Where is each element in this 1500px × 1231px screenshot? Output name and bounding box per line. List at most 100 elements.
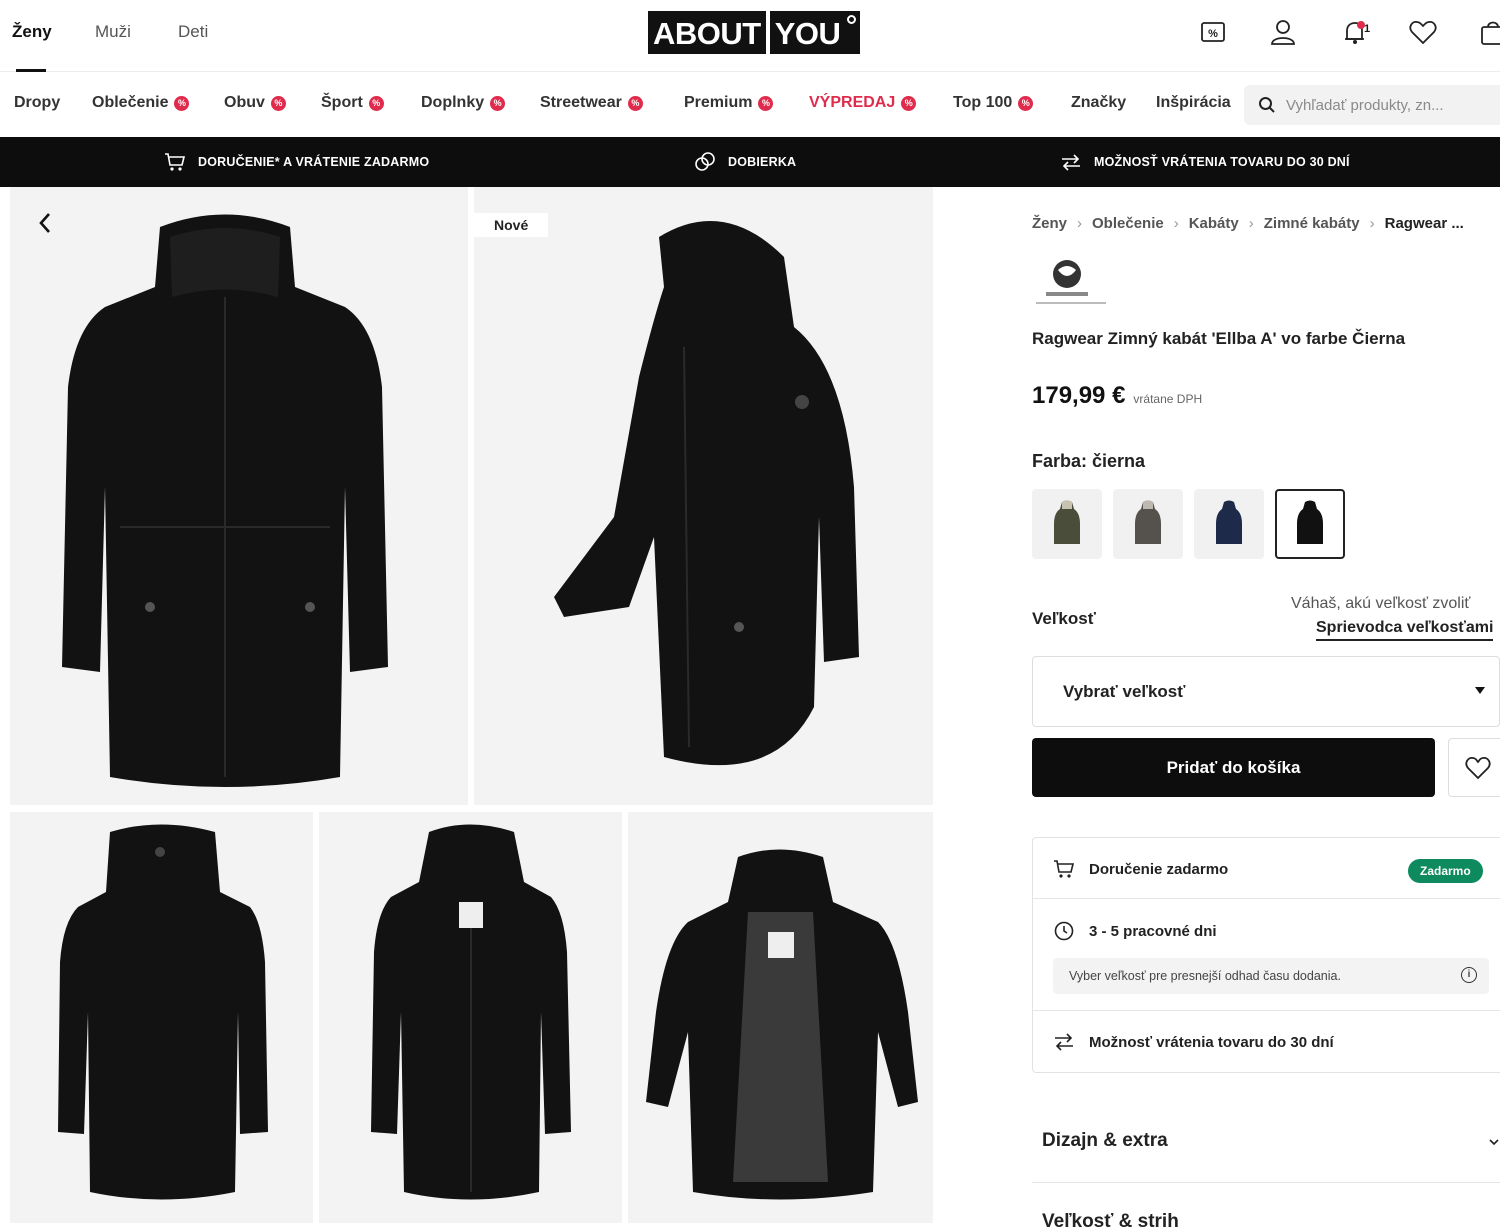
breadcrumb-link[interactable]: Oblečenie [1092, 215, 1164, 232]
nav-item-doplnky[interactable]: Doplnky% [421, 94, 506, 112]
coat-lining-image [646, 849, 918, 1200]
color-swatch-black[interactable] [1275, 489, 1345, 559]
divider [1033, 1010, 1500, 1011]
breadcrumb: Ženy › Oblečenie › Kabáty › Zimné kabáty… [1032, 215, 1464, 232]
delivery-hint: Vyber veľkosť pre presnejší odhad času d… [1053, 958, 1489, 994]
price: 179,99 € [1032, 382, 1126, 409]
promo-cod: DOBIERKA [694, 152, 796, 172]
nav-item-streetwear[interactable]: Streetwear% [540, 94, 643, 112]
product-image-lining[interactable] [628, 812, 933, 1223]
sale-dot-icon: % [368, 95, 384, 111]
delivery-days-label: 3 - 5 pracovné dni [1089, 922, 1217, 940]
nav-label: Dropy [14, 94, 61, 111]
info-icon[interactable]: i [1461, 967, 1477, 983]
brand-logo[interactable] [1032, 256, 1110, 314]
color-swatch-navy[interactable] [1194, 489, 1264, 559]
returns-label: Možnosť vrátenia tovaru do 30 dní [1089, 1033, 1334, 1051]
nav-item-inspiracia[interactable]: Inšpirácia [1156, 94, 1231, 112]
product-image-front[interactable] [10, 187, 468, 805]
size-guide-link[interactable]: Sprievodca veľkosťami [1316, 619, 1494, 641]
search-input[interactable] [1286, 96, 1486, 114]
clock-icon [1054, 921, 1074, 941]
nav-label: Šport [321, 94, 363, 111]
product-image-side[interactable] [474, 187, 933, 805]
sale-dot-icon: % [627, 95, 643, 111]
delivery-info-box: Doručenie zadarmo Zadarmo 3 - 5 pracovné… [1032, 837, 1500, 1073]
sale-dot-icon: % [174, 95, 190, 111]
heart-icon [1465, 756, 1491, 779]
site-logo[interactable]: ABOUT YOU [648, 11, 861, 54]
divider [1033, 898, 1500, 899]
coat-thumb-olive [1054, 500, 1080, 544]
top-header: Ženy Muži Deti ABOUT YOU % 1 [0, 0, 1500, 72]
nav-item-sport[interactable]: Šport% [321, 94, 384, 112]
tab-men[interactable]: Muži [95, 22, 131, 42]
coat-thumb-grey [1135, 500, 1161, 544]
color-swatch-olive[interactable] [1032, 489, 1102, 559]
promo-returns: MOŽNOSŤ VRÁTENIA TOVARU DO 30 DNÍ [1060, 152, 1350, 172]
nav-item-oblecenie[interactable]: Oblečenie% [92, 94, 190, 112]
nav-label: Obuv [224, 94, 265, 111]
promo-free-delivery: DORUČENIE* A VRÁTENIE ZADARMO [164, 152, 429, 172]
chevron-right-icon: › [1248, 215, 1254, 232]
color-label: Farba: čierna [1032, 451, 1146, 471]
accordion-size-fit[interactable]: Veľkosť & strih [1032, 1211, 1500, 1231]
breadcrumb-link[interactable]: Ženy [1032, 215, 1067, 232]
size-select[interactable]: Vybrať veľkosť [1032, 656, 1500, 727]
search-box [1244, 85, 1500, 125]
accordion-title: Veľkosť & strih [1042, 1211, 1179, 1231]
divider [1032, 1182, 1500, 1183]
cart-icon [165, 153, 186, 171]
ragwear-logo-icon [1036, 260, 1106, 304]
nav-item-obuv[interactable]: Obuv% [224, 94, 286, 112]
accordion-title: Dizajn & extra [1042, 1130, 1168, 1151]
svg-text:%: % [1208, 28, 1218, 40]
sale-dot-icon: % [758, 95, 774, 111]
nav-item-vypredaj[interactable]: VÝPREDAJ% [809, 94, 917, 112]
coat-open-image [371, 824, 571, 1200]
caret-down-icon [1475, 687, 1485, 694]
nav-item-dropy[interactable]: Dropy [14, 94, 60, 112]
breadcrumb-link[interactable]: Ragwear ... [1385, 215, 1464, 232]
accordion-design[interactable]: Dizajn & extra [1032, 1130, 1500, 1152]
bag-icon[interactable] [1478, 17, 1500, 47]
nav-item-znacky[interactable]: Značky [1071, 94, 1126, 112]
product-image-open[interactable] [319, 812, 622, 1223]
color-swatch-grey[interactable] [1113, 489, 1183, 559]
new-badge: Nové [474, 213, 549, 237]
product-title: Ragwear Zimný kabát 'Ellba A' vo farbe Č… [1032, 329, 1406, 348]
promo-bar: DORUČENIE* A VRÁTENIE ZADARMO DOBIERKA M… [0, 137, 1500, 187]
coat-thumb-navy [1216, 500, 1242, 544]
nav-label: Značky [1071, 94, 1127, 111]
nav-label: Top 100 [953, 94, 1013, 111]
return-arrows-icon [1055, 1033, 1073, 1051]
bell-icon[interactable]: 1 [1340, 17, 1370, 47]
promo-label: MOŽNOSŤ VRÁTENIA TOVARU DO 30 DNÍ [1094, 155, 1350, 169]
free-badge: Zadarmo [1408, 859, 1483, 883]
notification-count: 1 [1364, 23, 1371, 35]
coins-icon [695, 152, 715, 171]
wishlist-button[interactable] [1448, 738, 1500, 797]
discount-icon[interactable]: % [1198, 17, 1228, 47]
promo-label: DOBIERKA [728, 155, 797, 169]
size-label: Veľkosť [1032, 609, 1096, 628]
nav-label: Inšpirácia [1156, 94, 1231, 111]
free-delivery-row: Doručenie zadarmo [1053, 858, 1228, 880]
nav-item-top100[interactable]: Top 100% [953, 94, 1034, 112]
chevron-down-icon [1489, 1139, 1499, 1146]
breadcrumb-link[interactable]: Kabáty [1189, 215, 1239, 232]
add-to-cart-button[interactable]: Pridať do košíka [1032, 738, 1435, 797]
breadcrumb-link[interactable]: Zimné kabáty [1264, 215, 1360, 232]
back-arrow-icon[interactable] [36, 210, 56, 236]
chevron-right-icon: › [1369, 215, 1375, 232]
tab-kids[interactable]: Deti [178, 22, 208, 42]
cart-icon [1054, 860, 1075, 878]
tab-women[interactable]: Ženy [12, 22, 52, 42]
nav-item-premium[interactable]: Premium% [684, 94, 774, 112]
heart-icon[interactable] [1408, 17, 1438, 47]
size-help-text: Váhaš, akú veľkosť zvoliť [1291, 595, 1471, 612]
free-delivery-label: Doručenie zadarmo [1089, 860, 1229, 878]
price-vat-note: vrátane DPH [1133, 392, 1203, 406]
user-icon[interactable] [1268, 17, 1298, 47]
product-image-back[interactable] [10, 812, 313, 1223]
